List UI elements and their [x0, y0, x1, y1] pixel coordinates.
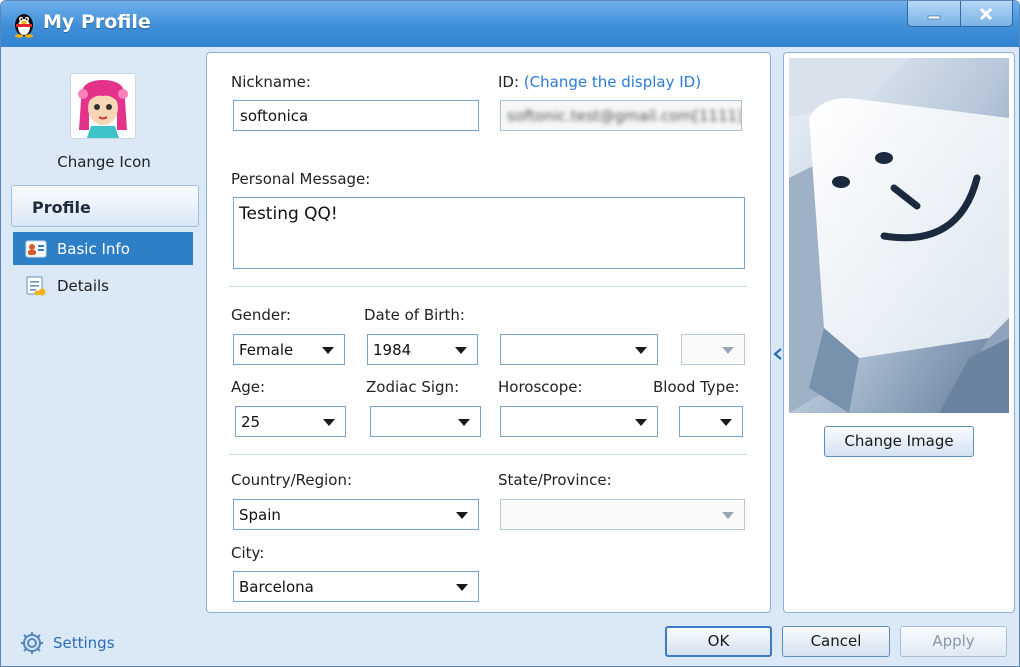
keyboard-smiley-image: [789, 58, 1009, 413]
city-select[interactable]: Barcelona: [233, 571, 479, 602]
change-display-id-link[interactable]: (Change the display ID): [524, 73, 701, 91]
chevron-down-icon: [455, 347, 467, 354]
chevron-down-icon: [456, 584, 468, 591]
age-select[interactable]: 25: [235, 406, 346, 437]
profile-section-header[interactable]: Profile: [11, 185, 199, 227]
dob-label: Date of Birth:: [364, 306, 465, 324]
horoscope-label: Horoscope:: [498, 378, 583, 396]
avatar[interactable]: [70, 73, 136, 139]
avatar-girl-icon: [71, 74, 135, 138]
id-label: ID:: [498, 73, 524, 91]
qq-penguin-icon: [15, 14, 33, 38]
state-label: State/Province:: [498, 471, 612, 489]
id-value: softonic.test@gmail.com[1111]: [507, 107, 742, 125]
chevron-down-icon: [635, 419, 647, 426]
country-select[interactable]: Spain: [233, 499, 479, 530]
dob-month-select[interactable]: [500, 334, 658, 365]
sidebar-item-basic-info[interactable]: Basic Info: [13, 232, 193, 265]
profile-image: [789, 58, 1009, 413]
change-image-button[interactable]: Change Image: [824, 426, 974, 457]
gender-select[interactable]: Female: [233, 334, 345, 365]
chevron-down-icon: [323, 419, 335, 426]
chevron-down-icon: [720, 419, 732, 426]
sidebar-item-label: Details: [57, 276, 110, 295]
chevron-down-icon: [722, 347, 734, 354]
divider: [229, 286, 747, 287]
change-icon-link[interactable]: Change Icon: [2, 153, 206, 171]
city-label: City:: [231, 544, 265, 562]
gender-label: Gender:: [231, 306, 292, 324]
dob-year-value: 1984: [373, 341, 412, 359]
id-field: softonic.test@gmail.com[1111]: [500, 100, 742, 131]
gender-value: Female: [239, 341, 294, 359]
chevron-down-icon: [458, 419, 470, 426]
profile-window: My Profile Change Icon Profile Basic Inf…: [0, 0, 1020, 667]
dialog-footer: Settings OK Cancel Apply: [1, 615, 1019, 666]
chevron-down-icon: [456, 512, 468, 519]
settings-link[interactable]: Settings: [19, 630, 115, 656]
dob-day-select: [681, 334, 745, 365]
zodiac-label: Zodiac Sign:: [366, 378, 460, 396]
chevron-down-icon: [322, 347, 334, 354]
sidebar: Change Icon Profile Basic Info Details: [2, 47, 206, 612]
country-label: Country/Region:: [231, 471, 353, 489]
basic-info-form: Nickname: softonica ID: (Change the disp…: [206, 52, 771, 613]
blood-type-select[interactable]: [679, 406, 743, 437]
age-value: 25: [241, 413, 261, 431]
window-controls: [907, 1, 1013, 27]
chevron-down-icon: [635, 347, 647, 354]
gear-icon: [21, 632, 43, 654]
id-card-icon: [25, 240, 47, 257]
personal-message-field[interactable]: Testing QQ!: [233, 197, 745, 269]
divider: [229, 454, 747, 455]
settings-label: Settings: [53, 634, 115, 652]
cancel-button[interactable]: Cancel: [782, 626, 890, 657]
close-icon: [980, 7, 993, 20]
close-button[interactable]: [959, 1, 1013, 26]
zodiac-select[interactable]: [370, 406, 481, 437]
minimize-button[interactable]: [908, 1, 960, 26]
window-title: My Profile: [43, 11, 151, 33]
title-bar[interactable]: My Profile: [1, 1, 1019, 47]
personal-message-label: Personal Message:: [231, 170, 371, 188]
country-value: Spain: [239, 506, 281, 524]
minimize-icon: [927, 15, 941, 19]
nickname-field[interactable]: softonica: [233, 100, 479, 131]
blood-type-label: Blood Type:: [653, 378, 740, 396]
horoscope-select[interactable]: [500, 406, 658, 437]
chevron-down-icon: [722, 512, 734, 519]
nickname-label: Nickname:: [231, 73, 311, 91]
profile-image-panel: Change Image: [783, 52, 1015, 613]
dob-year-select[interactable]: 1984: [367, 334, 478, 365]
sidebar-item-label: Basic Info: [57, 239, 130, 258]
state-select: [500, 499, 745, 530]
id-label-row: ID: (Change the display ID): [498, 73, 701, 91]
city-value: Barcelona: [239, 578, 314, 596]
apply-button: Apply: [900, 626, 1007, 657]
sidebar-item-details[interactable]: Details: [13, 269, 193, 302]
age-label: Age:: [231, 378, 266, 396]
details-icon: [26, 276, 46, 295]
ok-button[interactable]: OK: [665, 626, 772, 657]
